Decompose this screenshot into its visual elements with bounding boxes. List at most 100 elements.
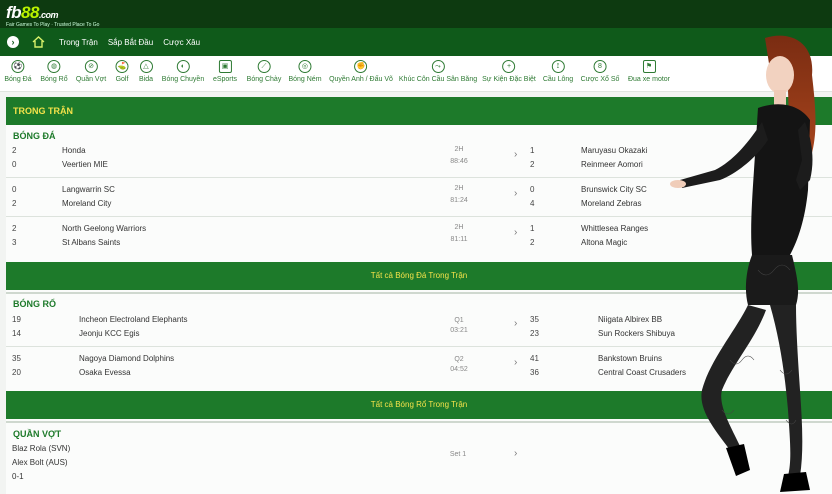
text-label: 04:52 (450, 366, 468, 373)
text-label: 2 (12, 224, 17, 233)
sport-golf[interactable]: ⛳ Golf (115, 60, 129, 83)
text-label: 14 (12, 329, 21, 338)
home-icon[interactable] (31, 35, 45, 49)
sport-badminton[interactable]: ⟟ Cầu Lông (543, 60, 573, 83)
football-icon: ⚽ (11, 60, 25, 73)
text-label: Whittlesea Ranges (581, 224, 649, 233)
divider (6, 216, 832, 217)
text-label: Sun Rockers Shibuya (598, 329, 675, 338)
text-label: 1 (530, 146, 535, 155)
sport-boxing[interactable]: ✊ Quyền Anh / Đấu Võ (329, 60, 393, 83)
text-label: 0 (12, 160, 17, 169)
all-basketball-in-play-button[interactable]: Tất cả Bóng Rổ Trong Trận (6, 391, 832, 419)
lottery-icon: 8 (593, 60, 607, 73)
text-label: Bóng Rổ (40, 76, 68, 83)
text-label: Bida (138, 76, 154, 83)
sport-volleyball[interactable]: ◐ Bóng Chuyền (162, 60, 204, 83)
chevron-right-icon: › (514, 149, 518, 160)
text-label: Honda (62, 146, 86, 155)
baseball-icon: ⟋ (257, 60, 271, 73)
checkered-flag-icon: ⚑ (642, 60, 656, 73)
text-label: 0 (12, 185, 17, 194)
text-label: 35 (530, 315, 539, 324)
sport-basketball[interactable]: ◍ Bóng Rổ (40, 60, 68, 83)
sport-football[interactable]: ⚽ Bóng Đá (4, 60, 32, 83)
text-label: Bóng Chuyền (161, 76, 205, 83)
text-label: 41 (530, 354, 539, 363)
text-label: 2H (454, 224, 464, 231)
ice-hockey-icon: ⤳ (431, 60, 445, 73)
nav-upcoming[interactable]: Sắp Bắt Đầu (108, 38, 153, 47)
nav-parlay[interactable]: Cược Xâu (163, 38, 200, 47)
text-label: Blaz Rola (SVN) (12, 444, 71, 453)
text-label: Nagoya Diamond Dolphins (79, 354, 175, 363)
tennis-title: QUẦN VỢT (13, 429, 62, 439)
text-label: 2H (454, 185, 464, 192)
sport-billiards[interactable]: △ Bida (139, 60, 153, 83)
text-label: Veertien MIE (62, 160, 108, 169)
sport-esports[interactable]: ▣ eSports (213, 60, 237, 83)
golf-icon: ⛳ (115, 60, 129, 73)
text-label: Đua xe motor (627, 76, 671, 83)
text-label: 81:24 (450, 197, 468, 204)
sport-tennis[interactable]: ⊘ Quần Vợt (76, 60, 106, 83)
text-label: Cầu Lông (542, 76, 574, 83)
chevron-right-icon: › (514, 357, 518, 368)
nav-in-play[interactable]: Trong Trận (59, 38, 98, 47)
basketball-title: BÓNG RỔ (13, 299, 57, 309)
handball-icon: ◎ (298, 60, 312, 73)
text-label: Alex Bolt (AUS) (12, 458, 68, 467)
sport-motor-racing[interactable]: ⚑ Đua xe motor (628, 60, 670, 83)
boxing-icon: ✊ (354, 60, 368, 73)
text-label: 88:46 (450, 158, 468, 165)
text-label: 81:11 (450, 236, 468, 243)
text-label: Reinmeer Aomori (581, 160, 643, 169)
text-label: Moreland City (62, 199, 112, 208)
text-label: 23 (530, 329, 539, 338)
text-label: 20 (12, 368, 21, 377)
text-label: Cược Xổ Số (580, 76, 620, 83)
chevron-right-icon: › (514, 188, 518, 199)
text-label: North Geelong Warriors (62, 224, 147, 233)
tennis-icon: ⊘ (84, 60, 98, 73)
basketball-icon: ◍ (47, 60, 61, 73)
text-label: Maruyasu Okazaki (581, 146, 648, 155)
plus-icon: + (502, 60, 516, 73)
badminton-icon: ⟟ (551, 60, 565, 73)
text-label: 19 (12, 315, 21, 324)
fb88-logo[interactable]: fb88.com Fair Games To Play · Trusted Pl… (6, 3, 99, 28)
sport-baseball[interactable]: ⟋ Bóng Chày (247, 60, 281, 83)
text-label: Bóng Ném (288, 76, 322, 83)
text-label: Niigata Albirex BB (598, 315, 663, 324)
divider (6, 177, 832, 178)
chevron-right-icon: › (11, 36, 15, 47)
text-label: 3 (12, 238, 17, 247)
sport-handball[interactable]: ◎ Bóng Ném (288, 60, 322, 83)
sport-special-events[interactable]: + Sự Kiện Đặc Biệt (482, 60, 536, 83)
volleyball-icon: ◐ (176, 60, 190, 73)
text-label: 2 (12, 146, 17, 155)
text-label: Moreland Zebras (581, 199, 642, 208)
text-label: Golf (115, 76, 129, 83)
billiards-icon: △ (139, 60, 153, 73)
text-label: 2 (530, 238, 535, 247)
divider (6, 292, 832, 294)
text-label: Khúc Côn Cầu Sân Băng (398, 76, 478, 83)
text-label: 0-1 (12, 472, 24, 481)
text-label: Bankstown Bruins (598, 354, 663, 363)
all-football-in-play-button[interactable]: Tất cả Bóng Đá Trong Trận (6, 262, 832, 290)
text-label: Altona Magic (581, 238, 628, 247)
chevron-right-icon: › (514, 318, 518, 329)
text-label: Quyền Anh / Đấu Võ (329, 76, 393, 83)
football-title: BÓNG ĐÁ (13, 131, 56, 141)
text-label: St Albans Saints (62, 238, 121, 247)
sport-ice-hockey[interactable]: ⤳ Khúc Côn Cầu Sân Băng (399, 60, 477, 83)
text-label: 2 (530, 160, 535, 169)
text-label: Sự Kiện Đặc Biệt (482, 76, 536, 83)
text-label: 36 (530, 368, 539, 377)
top-bar: fb88.com Fair Games To Play · Trusted Pl… (0, 0, 832, 28)
text-label: Jeonju KCC Egis (79, 329, 140, 338)
sport-lottery[interactable]: 8 Cược Xổ Số (580, 60, 620, 83)
menu-toggle-button[interactable]: › (7, 36, 19, 48)
text-label: Osaka Evessa (79, 368, 131, 377)
